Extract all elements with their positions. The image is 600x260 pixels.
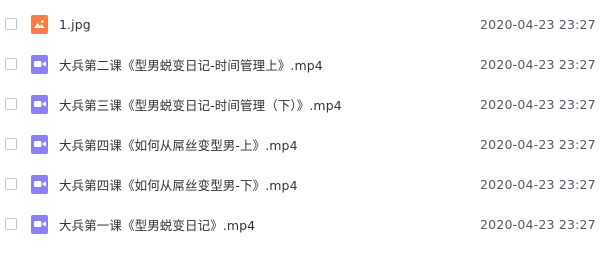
file-date: 2020-04-23 23:27 <box>480 136 596 152</box>
file-row[interactable]: 大兵第一课《型男蜕变日记》.mp4 2020-04-23 23:27 <box>0 204 600 244</box>
file-date: 2020-04-23 23:27 <box>480 176 596 192</box>
file-checkbox[interactable] <box>5 218 17 230</box>
file-name[interactable]: 大兵第四课《如何从屌丝变型男-下》.mp4 <box>59 175 298 194</box>
video-icon <box>31 134 48 154</box>
file-row[interactable]: 大兵第二课《型男蜕变日记-时间管理上》.mp4 2020-04-23 23:27 <box>0 44 600 84</box>
file-row[interactable]: 大兵第四课《如何从屌丝变型男-下》.mp4 2020-04-23 23:27 <box>0 164 600 204</box>
file-date: 2020-04-23 23:27 <box>480 16 596 32</box>
file-checkbox[interactable] <box>5 98 17 110</box>
file-checkbox[interactable] <box>5 138 17 150</box>
file-date: 2020-04-23 23:27 <box>480 56 596 72</box>
file-name[interactable]: 大兵第二课《型男蜕变日记-时间管理上》.mp4 <box>59 55 323 74</box>
video-icon <box>31 214 48 234</box>
file-checkbox[interactable] <box>5 178 17 190</box>
file-row[interactable]: 大兵第三课《型男蜕变日记-时间管理（下）》.mp4 2020-04-23 23:… <box>0 84 600 124</box>
file-row[interactable]: 1.jpg 2020-04-23 23:27 <box>0 4 600 44</box>
file-date: 2020-04-23 23:27 <box>480 216 596 232</box>
file-name[interactable]: 大兵第一课《型男蜕变日记》.mp4 <box>59 215 255 234</box>
file-name[interactable]: 大兵第三课《型男蜕变日记-时间管理（下）》.mp4 <box>59 95 342 114</box>
file-list: 1.jpg 2020-04-23 23:27 大兵第二课《型男蜕变日记-时间管理… <box>0 0 600 260</box>
image-icon <box>31 14 48 34</box>
file-name[interactable]: 大兵第四课《如何从屌丝变型男-上》.mp4 <box>59 135 298 154</box>
file-checkbox[interactable] <box>5 18 17 30</box>
file-row[interactable]: 大兵第四课《如何从屌丝变型男-上》.mp4 2020-04-23 23:27 <box>0 124 600 164</box>
file-checkbox[interactable] <box>5 58 17 70</box>
video-icon <box>31 54 48 74</box>
file-date: 2020-04-23 23:27 <box>480 96 596 112</box>
video-icon <box>31 174 48 194</box>
video-icon <box>31 94 48 114</box>
file-name[interactable]: 1.jpg <box>59 17 91 32</box>
